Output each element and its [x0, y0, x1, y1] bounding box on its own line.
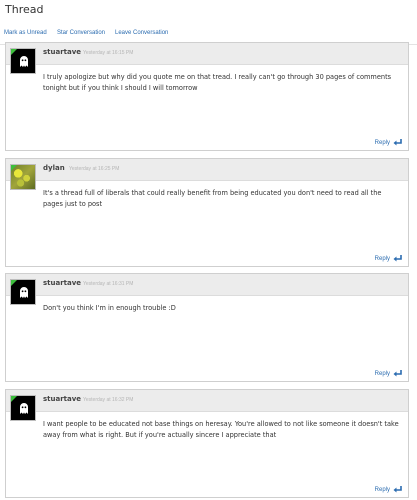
- timestamp: Yesterday at 16:32 PM: [83, 397, 134, 403]
- reply-label: Reply: [374, 140, 390, 146]
- message-body: I truly apologize but why did you quote …: [43, 73, 392, 92]
- reply-arrow-icon: [393, 486, 402, 493]
- leave-conversation-link[interactable]: Leave Conversation: [115, 30, 168, 36]
- message-body: It's a thread full of liberals that coul…: [43, 189, 382, 208]
- reply-arrow-icon: [393, 255, 402, 262]
- ghost-icon: [20, 56, 28, 67]
- avatar-badge: [11, 49, 17, 55]
- timestamp: Yesterday at 16:31 PM: [83, 281, 134, 287]
- author-name[interactable]: dylan: [43, 164, 65, 172]
- message-body: I want people to be educated not base th…: [43, 420, 399, 439]
- reply-label: Reply: [374, 487, 390, 493]
- message: dylan Yesterday at 16:25 PM It's a threa…: [5, 158, 409, 267]
- reply-arrow-icon: [393, 139, 402, 146]
- message: stuartave Yesterday at 16:15 PM I truly …: [5, 42, 409, 151]
- author-name[interactable]: stuartave: [43, 48, 81, 56]
- reply-arrow-icon: [393, 370, 402, 377]
- avatar[interactable]: [10, 48, 36, 74]
- message: stuartave Yesterday at 16:31 PM Don't yo…: [5, 273, 409, 382]
- reply-button[interactable]: Reply: [372, 253, 402, 262]
- avatar-badge: [11, 165, 17, 171]
- reply-label: Reply: [374, 371, 390, 377]
- timestamp: Yesterday at 16:15 PM: [83, 50, 134, 56]
- reply-button[interactable]: Reply: [372, 368, 402, 377]
- author-name[interactable]: stuartave: [43, 279, 81, 287]
- avatar-badge: [11, 396, 17, 402]
- avatar[interactable]: [10, 395, 36, 421]
- page-title: Thread: [5, 3, 44, 16]
- message-body: Don't you think I'm in enough trouble :D: [43, 304, 176, 312]
- mark-unread-link[interactable]: Mark as Unread: [4, 30, 47, 36]
- avatar[interactable]: [10, 279, 36, 305]
- avatar[interactable]: [10, 164, 36, 190]
- message-header: [6, 159, 408, 181]
- ghost-icon: [20, 403, 28, 414]
- author-name[interactable]: stuartave: [43, 395, 81, 403]
- reply-button[interactable]: Reply: [372, 137, 402, 146]
- ghost-icon: [20, 287, 28, 298]
- star-conversation-link[interactable]: Star Conversation: [57, 30, 105, 36]
- avatar-badge: [11, 280, 17, 286]
- message: stuartave Yesterday at 16:32 PM I want p…: [5, 389, 409, 498]
- reply-button[interactable]: Reply: [372, 484, 402, 493]
- reply-label: Reply: [374, 256, 390, 262]
- timestamp: Yesterday at 16:25 PM: [69, 166, 120, 172]
